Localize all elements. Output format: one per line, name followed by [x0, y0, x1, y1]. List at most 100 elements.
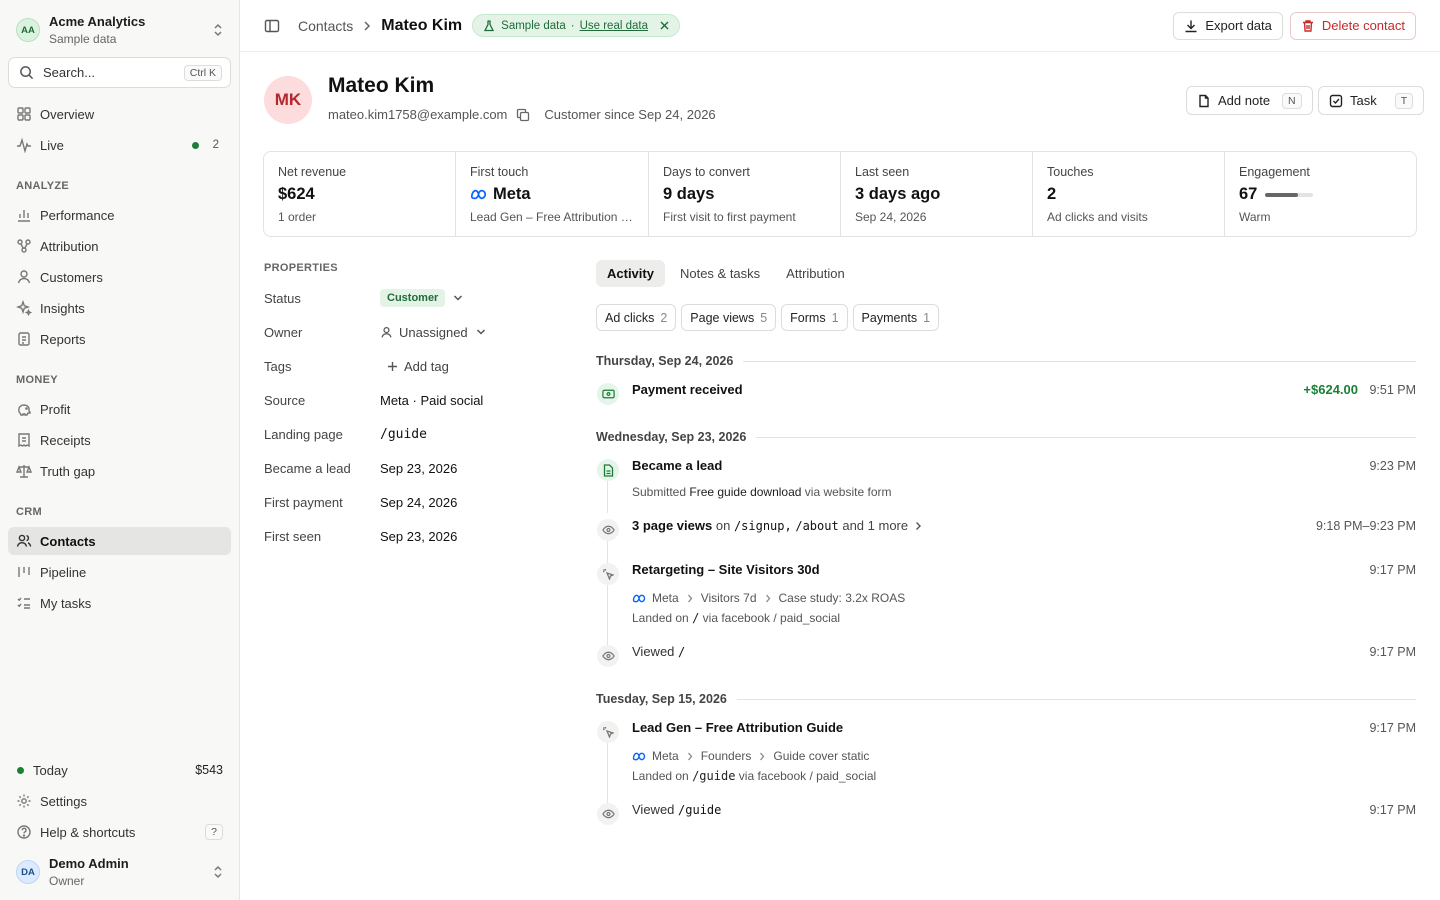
- tab-attribution[interactable]: Attribution: [775, 260, 856, 287]
- add-note-button[interactable]: Add note N: [1186, 86, 1313, 115]
- task-button[interactable]: Task T: [1318, 86, 1425, 115]
- checkbox-icon: [1329, 94, 1343, 108]
- sidebar-item-label: Insights: [40, 300, 85, 316]
- filter-forms[interactable]: Forms 1: [781, 304, 848, 331]
- chart-icon: [16, 207, 32, 223]
- search-input[interactable]: Search... Ctrl K: [8, 57, 231, 88]
- event-retarget-title: Retargeting – Site Visitors 30d: [632, 562, 820, 577]
- status-dropdown[interactable]: Customer: [380, 289, 463, 307]
- sidebar-item-label: Pipeline: [40, 564, 87, 580]
- eye-icon: [597, 645, 619, 667]
- activity-filters: Ad clicks 2 Page views 5 Forms 1 Payments 1: [596, 304, 944, 331]
- chevron-right-icon: [363, 20, 371, 32]
- contact-meta: mateo.kim1758@example.com Customer since…: [328, 107, 716, 122]
- copy-icon[interactable]: [516, 108, 530, 122]
- org-name: Acme Analytics: [49, 14, 146, 29]
- property-status: Status Customer: [264, 288, 584, 308]
- note-icon: [1197, 94, 1211, 108]
- stat-touches: Touches 2 Ad clicks and visits: [1033, 152, 1225, 236]
- user-menu[interactable]: DA Demo Admin Owner: [8, 851, 232, 893]
- stat-value: Meta: [493, 185, 531, 203]
- live-count: 2: [212, 139, 219, 151]
- sidebar-item-profit[interactable]: Profit: [8, 395, 231, 423]
- adset: Visitors 7d: [700, 591, 757, 605]
- day-header: Tuesday, Sep 15, 2026: [596, 692, 1416, 706]
- columns-icon: [16, 564, 32, 580]
- viewed-path: /guide: [678, 803, 722, 817]
- sidebar-item-attribution[interactable]: Attribution: [8, 232, 231, 260]
- sidebar-item-overview[interactable]: Overview: [8, 100, 231, 128]
- export-data-button[interactable]: Export data: [1173, 11, 1283, 40]
- sidebar-item-customers[interactable]: Customers: [8, 263, 231, 291]
- sidebar-item-label: Overview: [40, 106, 95, 122]
- sidebar-item-reports[interactable]: Reports: [8, 325, 231, 353]
- use-real-data-link[interactable]: Use real data: [580, 20, 648, 32]
- sidebar-item-receipts[interactable]: Receipts: [8, 426, 231, 454]
- filter-count: 2: [660, 310, 668, 325]
- search-placeholder: Search...: [43, 65, 96, 80]
- stat-label: Engagement: [1239, 165, 1310, 179]
- delete-contact-button[interactable]: Delete contact: [1289, 11, 1416, 40]
- sidebar-item-label: Help & shortcuts: [40, 824, 136, 840]
- sidebar-item-help[interactable]: Help & shortcuts ?: [8, 818, 231, 846]
- sidebar-item-label: Contacts: [40, 533, 96, 549]
- close-icon[interactable]: [660, 21, 669, 30]
- breadcrumb-contacts[interactable]: Contacts: [298, 18, 353, 34]
- sidebar-item-pipeline[interactable]: Pipeline: [8, 558, 231, 586]
- sidebar-item-performance[interactable]: Performance: [8, 201, 231, 229]
- tab-activity[interactable]: Activity: [596, 260, 665, 287]
- doc-icon: [16, 331, 32, 347]
- property-key: Owner: [264, 324, 303, 340]
- sidebar-item-label: Performance: [40, 207, 115, 223]
- event-leadgen-path: Meta Founders Guide cover static: [632, 749, 869, 763]
- filter-ad-clicks[interactable]: Ad clicks 2: [596, 304, 677, 331]
- filter-payments[interactable]: Payments 1: [852, 304, 940, 331]
- tab-notes-tasks[interactable]: Notes & tasks: [669, 260, 771, 287]
- add-tag-button[interactable]: Add tag: [387, 359, 449, 374]
- status-badge: Customer: [380, 289, 446, 307]
- sidebar-item-insights[interactable]: Insights: [8, 294, 231, 322]
- landing-path: /: [692, 611, 700, 625]
- sidebar-item-label: Receipts: [40, 432, 91, 448]
- chevron-updown-icon: [212, 23, 224, 37]
- stat-value: 67: [1239, 185, 1258, 203]
- property-value: Sep 23, 2026: [380, 528, 458, 544]
- sidebar-item-truth-gap[interactable]: Truth gap: [8, 457, 231, 485]
- live-status-dot: [191, 141, 199, 149]
- chevron-right-icon: [915, 521, 922, 531]
- lead-form-name: Free guide download: [689, 485, 802, 499]
- chevron-updown-icon: [212, 865, 224, 879]
- sidebar-item-live[interactable]: Live 2: [8, 131, 231, 159]
- today-revenue[interactable]: Today $543: [8, 756, 231, 784]
- chevron-right-icon: [687, 752, 693, 761]
- sidebar-item-contacts[interactable]: Contacts: [8, 527, 231, 555]
- chevron-right-icon: [765, 594, 771, 603]
- users-icon: [16, 533, 32, 549]
- day-label: Thursday, Sep 24, 2026: [596, 354, 734, 368]
- sparkle-icon: [16, 300, 32, 316]
- event-lead-title: Became a lead: [632, 458, 723, 473]
- pageviews-title: 3 page views: [632, 518, 713, 533]
- org-switcher[interactable]: AA Acme Analytics Sample data: [8, 9, 232, 51]
- stat-sub: Ad clicks and visits: [1047, 210, 1148, 224]
- property-key: Landing page: [264, 426, 343, 442]
- property-value: Sep 23, 2026: [380, 460, 458, 476]
- activity-tabs: Activity Notes & tasks Attribution: [596, 260, 860, 287]
- property-value: Meta · Paid social: [380, 392, 484, 408]
- property-key: Became a lead: [264, 460, 351, 476]
- event-lead-detail: Submitted Free guide download via websit…: [632, 485, 892, 499]
- event-pageviews[interactable]: 3 page views on /signup, /about and 1 mo…: [632, 518, 922, 533]
- org-subtitle: Sample data: [49, 32, 117, 46]
- sidebar-toggle-icon[interactable]: [264, 18, 280, 34]
- filter-page-views[interactable]: Page views 5: [681, 304, 777, 331]
- sidebar-item-my-tasks[interactable]: My tasks: [8, 589, 231, 617]
- sidebar-item-settings[interactable]: Settings: [8, 787, 231, 815]
- owner-dropdown[interactable]: Unassigned: [380, 325, 486, 340]
- ad-name: Case study: 3.2x ROAS: [778, 591, 906, 605]
- stat-label: Touches: [1047, 165, 1094, 179]
- property-landing-page: Landing page /guide: [264, 424, 584, 444]
- delete-label: Delete contact: [1321, 18, 1405, 33]
- event-time: 9:18 PM–9:23 PM: [1315, 519, 1416, 533]
- stat-first-touch[interactable]: First touch Meta Lead Gen – Free Attribu…: [456, 152, 649, 236]
- chevron-down-icon: [476, 328, 486, 336]
